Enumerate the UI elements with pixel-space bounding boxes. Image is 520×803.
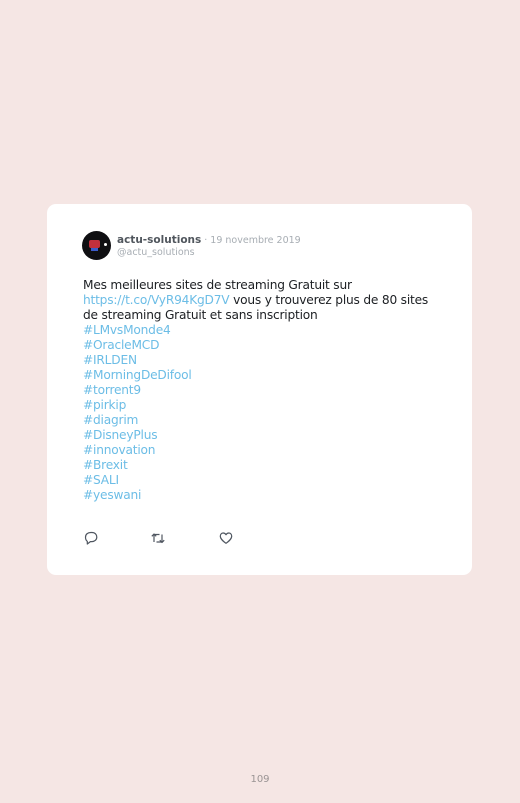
- hashtag-link[interactable]: #LMvsMonde4: [83, 323, 192, 338]
- hashtag-link[interactable]: #DisneyPlus: [83, 428, 192, 443]
- avatar-logo-mark: [89, 240, 100, 248]
- user-handle[interactable]: @actu_solutions: [117, 247, 195, 259]
- hashtag-link[interactable]: #pirkip: [83, 398, 192, 413]
- hashtag-link[interactable]: #yeswani: [83, 488, 192, 503]
- tweet-link[interactable]: https://t.co/VyR94KgD7V: [83, 293, 230, 307]
- hashtag-link[interactable]: #diagrim: [83, 413, 192, 428]
- tweet-header: actu-solutions · 19 novembre 2019: [117, 234, 301, 247]
- hashtag-link[interactable]: #Brexit: [83, 458, 192, 473]
- hashtag-link[interactable]: #innovation: [83, 443, 192, 458]
- hashtag-link[interactable]: #SALI: [83, 473, 192, 488]
- header-separator: ·: [204, 235, 208, 246]
- hashtag-list: #LMvsMonde4 #OracleMCD #IRLDEN #MorningD…: [83, 323, 192, 503]
- retweet-icon[interactable]: [150, 530, 166, 546]
- avatar-logo-base: [91, 248, 98, 251]
- avatar-logo-dot: [104, 243, 107, 246]
- display-name[interactable]: actu-solutions: [117, 234, 201, 246]
- heart-icon[interactable]: [218, 530, 234, 546]
- hashtag-link[interactable]: #torrent9: [83, 383, 192, 398]
- tweet-card: actu-solutions · 19 novembre 2019 @actu_so…: [47, 204, 472, 575]
- hashtag-link[interactable]: #OracleMCD: [83, 338, 192, 353]
- reply-icon[interactable]: [83, 530, 99, 546]
- tweet-date[interactable]: 19 novembre 2019: [210, 235, 300, 246]
- tweet-text-part-1: Mes meilleures sites de streaming Gratui…: [83, 278, 352, 292]
- page-number: 109: [250, 774, 270, 785]
- avatar[interactable]: [82, 231, 111, 260]
- tweet-text: Mes meilleures sites de streaming Gratui…: [83, 278, 443, 323]
- hashtag-link[interactable]: #MorningDeDifool: [83, 368, 192, 383]
- hashtag-link[interactable]: #IRLDEN: [83, 353, 192, 368]
